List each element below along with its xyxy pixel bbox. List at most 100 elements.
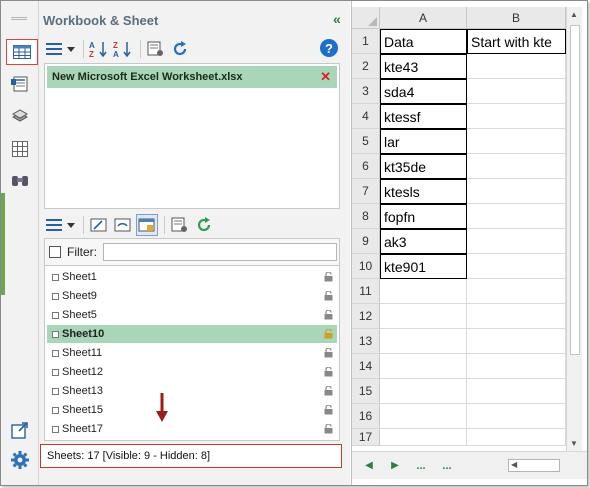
row-header[interactable]: 8 [352,204,380,229]
sheet-checkbox[interactable] [52,311,59,319]
row-header[interactable]: 16 [352,404,380,429]
find-replace-icon[interactable] [8,170,32,192]
cell-b[interactable] [467,54,566,79]
column-header-b[interactable]: B [467,7,566,29]
sheet-list-item[interactable]: Sheet11 [47,344,337,362]
cell-a[interactable]: kte43 [380,54,467,79]
close-workbook-icon[interactable]: ✕ [320,69,331,85]
select-all-corner[interactable] [352,7,380,29]
row-header[interactable]: 12 [352,304,380,329]
cell-b[interactable] [467,154,566,179]
rail-grip[interactable] [11,17,27,20]
sheet-options-icon[interactable] [169,214,191,236]
cell-b[interactable] [467,79,566,104]
sheet-checkbox[interactable] [52,330,59,338]
cell-a[interactable]: kt35de [380,154,467,179]
row-header[interactable]: 15 [352,379,380,404]
refresh-icon[interactable] [169,38,191,60]
cell-a[interactable]: Data [380,29,467,54]
workbook-item[interactable]: New Microsoft Excel Worksheet.xlsx ✕ [47,66,337,88]
sheet-checkbox[interactable] [52,425,59,433]
scroll-left-icon[interactable]: ◀ [511,460,517,469]
row-header[interactable]: 6 [352,154,380,179]
vertical-scrollbar[interactable]: ▲ ▼ [566,7,582,451]
rail-resize-handle[interactable] [1,193,5,295]
sort-descending-icon[interactable]: ZA [112,38,134,60]
row-header[interactable]: 14 [352,354,380,379]
export-icon[interactable] [8,419,32,441]
header-footer-icon[interactable] [8,73,32,95]
sheet-checkbox[interactable] [52,292,59,300]
show-hidden-sheets-icon[interactable] [136,214,158,236]
settings-gear-icon[interactable] [8,449,32,471]
lock-icon[interactable] [324,348,333,358]
hide-sheet-icon[interactable] [112,214,134,236]
sheet-list-item[interactable]: Sheet12 [47,363,337,381]
cell-b[interactable] [467,204,566,229]
cell-b[interactable] [467,229,566,254]
lock-icon[interactable] [324,367,333,377]
cell-a[interactable] [380,304,467,329]
cell-b[interactable] [467,179,566,204]
cell-a[interactable] [380,379,467,404]
cell-a[interactable] [380,279,467,304]
row-header[interactable]: 13 [352,329,380,354]
sheet-list-item[interactable]: Sheet10 [47,325,337,343]
sheet-list-item[interactable]: Sheet5 [47,306,337,324]
row-header[interactable]: 17 [352,429,380,446]
sort-ascending-icon[interactable]: AZ [88,38,110,60]
lock-icon[interactable] [324,272,333,282]
cell-a[interactable] [380,354,467,379]
lock-icon[interactable] [324,424,333,434]
cell-b[interactable] [467,279,566,304]
tab-next-icon[interactable]: ▶ [382,460,408,471]
workbook-sheet-icon[interactable] [6,39,38,65]
sheet-list-item[interactable]: Sheet17 [47,420,337,438]
cell-a[interactable]: ak3 [380,229,467,254]
row-header[interactable]: 9 [352,229,380,254]
cell-b[interactable] [467,254,566,279]
cell-a[interactable]: fopfn [380,204,467,229]
sheet-list-item[interactable]: Sheet9 [47,287,337,305]
collapse-pane-icon[interactable]: « [333,11,341,27]
filter-checkbox[interactable] [49,246,61,258]
cell-b[interactable]: Start with kte [467,29,566,54]
cell-a[interactable] [380,329,467,354]
sheet-list-item[interactable]: Sheet15 [47,401,337,419]
cell-a[interactable]: ktessf [380,104,467,129]
layers-icon[interactable] [8,105,32,127]
scroll-up-icon[interactable]: ▲ [570,10,578,19]
sheet-checkbox[interactable] [52,349,59,357]
cell-b[interactable] [467,429,566,446]
row-header[interactable]: 4 [352,104,380,129]
cell-a[interactable]: kte901 [380,254,467,279]
workbook-options-icon[interactable] [145,38,167,60]
cell-b[interactable] [467,354,566,379]
row-header[interactable]: 5 [352,129,380,154]
sheet-list-item[interactable]: Sheet1 [47,268,337,286]
cell-a[interactable]: sda4 [380,79,467,104]
cell-a[interactable] [380,429,467,446]
sheet-checkbox[interactable] [52,406,59,414]
cell-b[interactable] [467,304,566,329]
cell-a[interactable]: lar [380,129,467,154]
tab-more-button-right[interactable]: ... [434,460,460,472]
row-header[interactable]: 3 [352,79,380,104]
sheet-checkbox[interactable] [52,273,59,281]
table-icon[interactable] [8,138,32,160]
scroll-down-icon[interactable]: ▼ [570,439,578,448]
cell-b[interactable] [467,379,566,404]
row-header[interactable]: 2 [352,54,380,79]
lock-icon[interactable] [324,329,333,339]
tab-prev-icon[interactable]: ◀ [356,460,382,471]
workbook-menu-button[interactable] [45,38,77,60]
lock-icon[interactable] [324,386,333,396]
cell-a[interactable] [380,404,467,429]
sheet-list-item[interactable]: Sheet13 [47,382,337,400]
lock-icon[interactable] [324,405,333,415]
row-header[interactable]: 10 [352,254,380,279]
lock-icon[interactable] [324,291,333,301]
row-header[interactable]: 7 [352,179,380,204]
cell-b[interactable] [467,329,566,354]
cell-b[interactable] [467,129,566,154]
